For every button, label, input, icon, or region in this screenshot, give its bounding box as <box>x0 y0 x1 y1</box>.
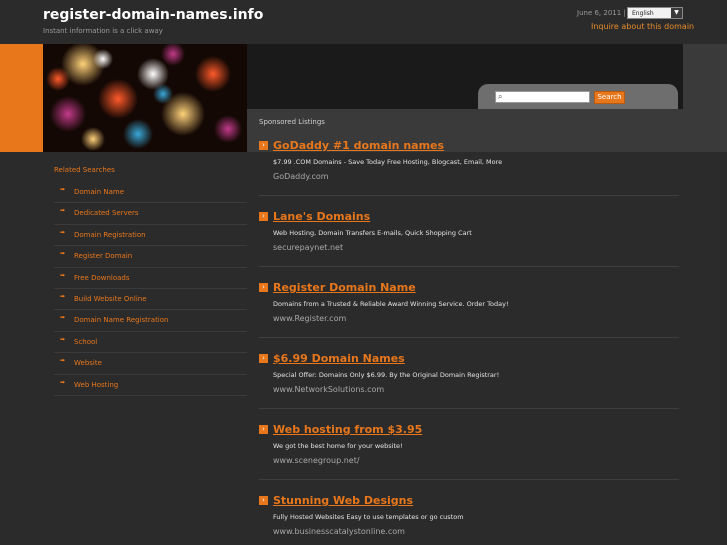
related-search-item[interactable]: ➡ Domain Name Registration <box>54 310 249 332</box>
listing-arrow-icon: › <box>259 496 268 505</box>
related-search-item[interactable]: ➡ Domain Name <box>54 182 249 204</box>
arrow-bullet-icon: ➡ <box>60 186 66 193</box>
related-search-item[interactable]: ➡ Dedicated Servers <box>54 203 249 225</box>
related-search-label[interactable]: Domain Name <box>74 188 124 196</box>
related-search-label[interactable]: Dedicated Servers <box>74 209 139 217</box>
arrow-bullet-icon: ➡ <box>60 335 66 343</box>
sponsored-listing: › GoDaddy #1 domain names $7.99 .COM Dom… <box>259 139 679 196</box>
related-search-item[interactable]: ➡ Web Hosting <box>54 375 249 396</box>
language-select[interactable]: English ▼ <box>627 7 683 19</box>
listing-description: Special Offer: Domains Only $6.99. By th… <box>273 371 500 379</box>
listing-title-link[interactable]: GoDaddy #1 domain names <box>273 139 444 152</box>
listing-url-link[interactable]: GoDaddy.com <box>273 172 329 181</box>
related-search-label[interactable]: Domain Registration <box>74 231 146 239</box>
arrow-bullet-icon: ➡ <box>60 207 66 215</box>
sponsored-listing: › $6.99 Domain Names Special Offer: Doma… <box>259 352 679 409</box>
listing-description: Web Hosting, Domain Transfers E-mails, Q… <box>273 229 472 237</box>
related-searches-list: ➡ Domain Name ➡ Dedicated Servers ➡ Domain … <box>54 182 249 396</box>
search-button[interactable]: Search <box>594 91 625 104</box>
listing-title-link[interactable]: Register Domain Name <box>273 281 416 294</box>
related-search-label[interactable]: Free Downloads <box>74 274 130 282</box>
arrow-bullet-icon: ➡ <box>60 378 66 386</box>
listing-description: $7.99 .COM Domains - Save Today Free Hos… <box>273 158 503 166</box>
listing-title-link[interactable]: $6.99 Domain Names <box>273 352 405 365</box>
listing-arrow-icon: › <box>259 212 268 221</box>
related-search-item[interactable]: ➡ Free Downloads <box>54 268 249 289</box>
dropdown-arrow-icon[interactable]: ▼ <box>671 8 682 18</box>
tagline: Instant information is a click away <box>43 27 163 35</box>
arrow-bullet-icon: ➡ <box>60 250 66 258</box>
arrow-bullet-icon: ➡ <box>60 228 66 236</box>
listing-arrow-icon: › <box>259 141 268 150</box>
bokeh-lights-image <box>43 44 247 152</box>
listing-url-link[interactable]: www.scenegroup.net/ <box>273 456 360 465</box>
sponsored-listing: › Web hosting from $3.95 We got the best… <box>259 423 679 480</box>
related-search-item[interactable]: ➡ Register Domain <box>54 246 249 268</box>
language-value: English <box>632 10 654 17</box>
arrow-bullet-icon: ➡ <box>60 271 66 279</box>
related-search-label[interactable]: Web Hosting <box>74 381 118 389</box>
right-edge-panel <box>683 44 727 152</box>
related-search-label[interactable]: Register Domain <box>74 252 132 260</box>
sponsored-listing: › Stunning Web Designs Fully Hosted Webs… <box>259 494 679 542</box>
search-input[interactable]: ⌕ <box>495 91 590 103</box>
related-search-item[interactable]: ➡ Domain Registration <box>54 225 249 247</box>
listing-url-link[interactable]: securepaynet.net <box>273 243 343 252</box>
arrow-bullet-icon: ➡ <box>60 292 66 300</box>
orange-accent-band <box>0 44 43 152</box>
listing-description: Fully Hosted Websites Easy to use templa… <box>273 513 464 521</box>
listing-url-link[interactable]: www.businesscatalystonline.com <box>273 527 405 536</box>
related-search-label[interactable]: Domain Name Registration <box>74 316 168 324</box>
related-search-label[interactable]: School <box>74 338 97 346</box>
listing-title-link[interactable]: Web hosting from $3.95 <box>273 423 422 436</box>
site-title[interactable]: register-domain-names.info <box>43 7 263 23</box>
search-icon: ⌕ <box>498 92 503 101</box>
listing-title-link[interactable]: Lane's Domains <box>273 210 370 223</box>
listing-arrow-icon: › <box>259 283 268 292</box>
sponsored-listing: › Lane's Domains Web Hosting, Domain Tra… <box>259 210 679 267</box>
bokeh-photo-svg <box>43 44 247 152</box>
related-search-label[interactable]: Website <box>74 359 102 367</box>
listing-url-link[interactable]: www.NetworkSolutions.com <box>273 385 384 394</box>
related-search-label[interactable]: Build Website Online <box>74 295 147 303</box>
arrow-bullet-icon: ➡ <box>60 357 66 365</box>
listing-description: We got the best home for your website! <box>273 442 403 450</box>
arrow-bullet-icon: ➡ <box>60 314 66 322</box>
listing-title-link[interactable]: Stunning Web Designs <box>273 494 413 507</box>
inquire-link[interactable]: Inquire about this domain <box>591 22 694 31</box>
related-search-item[interactable]: ➡ Build Website Online <box>54 289 249 311</box>
date-text: June 6, 2011 | <box>577 9 626 17</box>
listing-arrow-icon: › <box>259 354 268 363</box>
sponsored-listing: › Register Domain Name Domains from a Tr… <box>259 281 679 338</box>
related-search-item[interactable]: ➡ Website <box>54 353 249 375</box>
sponsored-listings-title: Sponsored Listings <box>259 118 325 126</box>
related-searches-title: Related Searches <box>54 166 115 174</box>
related-search-item[interactable]: ➡ School <box>54 332 249 354</box>
listing-description: Domains from a Trusted & Reliable Award … <box>273 300 509 308</box>
listing-url-link[interactable]: www.Register.com <box>273 314 346 323</box>
listing-arrow-icon: › <box>259 425 268 434</box>
